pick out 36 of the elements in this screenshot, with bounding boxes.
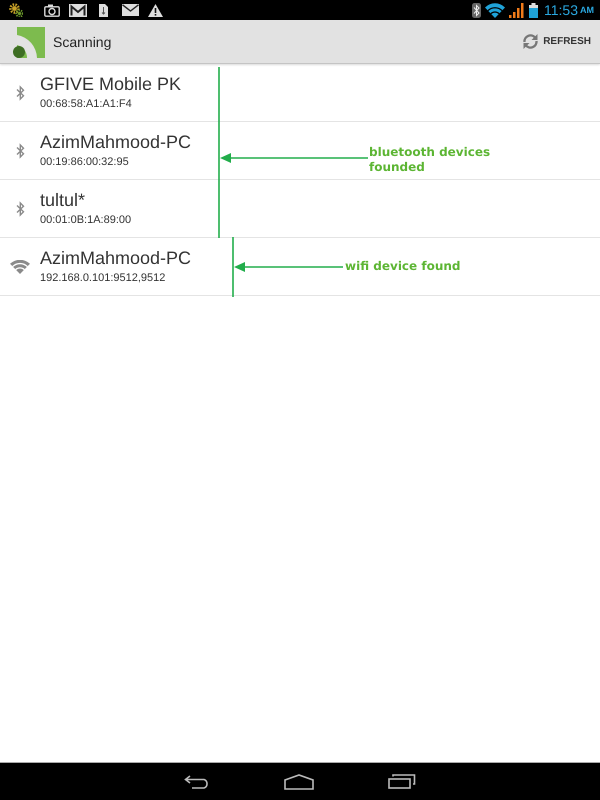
clock-meridiem: AM [580,5,594,15]
device-name: tultul* [40,189,86,211]
device-name: AzimMahmood-PC [40,131,192,153]
bluetooth-icon [16,200,24,216]
device-name: AzimMahmood-PC [40,247,192,269]
annotation-label: wifi device found [345,259,462,274]
battery-icon [529,2,538,18]
device-row[interactable]: tultul* 00:01:0B:1A:89:00 [0,180,600,238]
home-icon[interactable] [284,774,314,790]
mail-icon [69,4,87,16]
annotation-label: bluetooth devices founded [369,145,492,175]
device-address: 00:01:0B:1A:89:00 [40,213,132,228]
device-row[interactable]: GFIVE Mobile PK 00:68:58:A1:A1:F4 [0,64,600,122]
recents-icon[interactable] [388,774,416,789]
device-address: 00:68:58:A1:A1:F4 [40,97,133,112]
camera-icon [44,4,60,16]
clock-time: 11:53 [544,2,578,18]
bluetooth-icon [16,142,24,158]
refresh-button[interactable]: REFRESH [520,29,593,54]
file-icon [99,4,108,16]
device-address: 00:19:86:00:32:95 [40,155,130,170]
wifi-icon [485,2,505,18]
device-name: GFIVE Mobile PK [40,73,182,95]
bluetooth-icon [16,84,24,100]
signal-icon [509,2,525,18]
screen-title: Scanning [53,34,112,50]
bluetooth-icon [472,2,481,18]
warning-icon [148,4,163,16]
app-icon [13,27,45,58]
gear-icon [9,3,23,17]
device-address: 192.168.0.101:9512,9512 [40,271,166,286]
wifi-icon [10,260,30,274]
back-icon[interactable] [184,774,210,788]
envelope-icon [122,4,139,16]
bracket-line [232,237,234,297]
refresh-icon [522,33,540,50]
